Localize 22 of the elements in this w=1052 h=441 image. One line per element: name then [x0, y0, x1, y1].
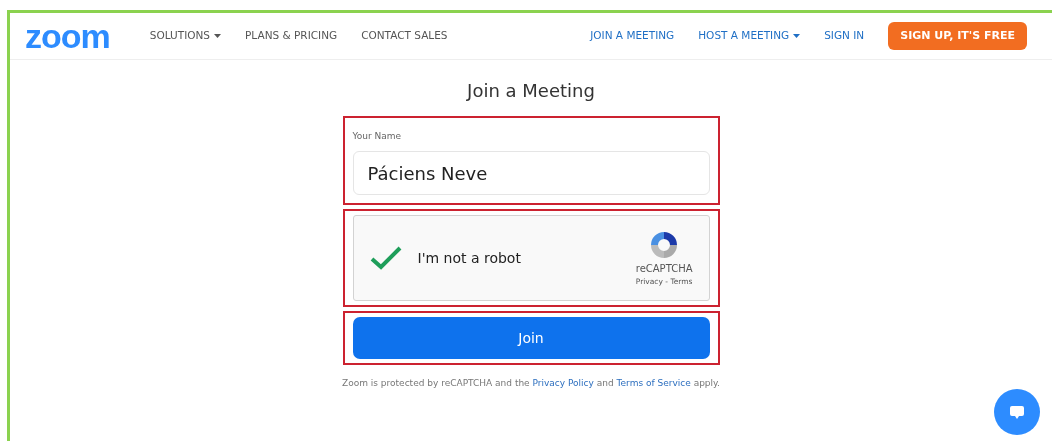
- zoom-logo[interactable]: zoom: [25, 19, 110, 53]
- nav-link[interactable]: HOST A MEETING: [698, 28, 801, 44]
- sign-up-button[interactable]: SIGN UP, IT'S FREE: [888, 21, 1027, 51]
- chat-button[interactable]: [994, 389, 1040, 435]
- field-label: Your Name: [352, 129, 403, 143]
- checkmark-icon[interactable]: [369, 246, 402, 271]
- notice-link[interactable]: Terms of Service: [616, 378, 691, 389]
- name-input-field[interactable]: Páciens Neve: [352, 151, 710, 196]
- recaptcha-notice: Zoom is protected by reCAPTCHA and the Privacy Policy and Terms of Service apply.: [342, 377, 720, 391]
- nav-link[interactable]: JOIN A MEETING: [590, 28, 675, 44]
- caret-icon: [793, 34, 801, 38]
- recaptcha-brand: reCAPTCHA: [635, 261, 693, 276]
- caret-icon: [214, 34, 222, 38]
- nav-link[interactable]: SOLUTIONS: [149, 28, 222, 44]
- notice-link[interactable]: Privacy Policy: [532, 378, 594, 389]
- page-title: Join a Meeting: [467, 80, 595, 102]
- nav-link[interactable]: CONTACT SALES: [361, 28, 448, 44]
- nav-link[interactable]: SIGN IN: [824, 28, 865, 44]
- nav-link[interactable]: PLANS & PRICING: [245, 28, 338, 44]
- checkbox-label: I'm not a robot: [417, 248, 521, 268]
- chat-bubble-icon: [1009, 404, 1025, 420]
- join-button[interactable]: Join: [352, 317, 710, 360]
